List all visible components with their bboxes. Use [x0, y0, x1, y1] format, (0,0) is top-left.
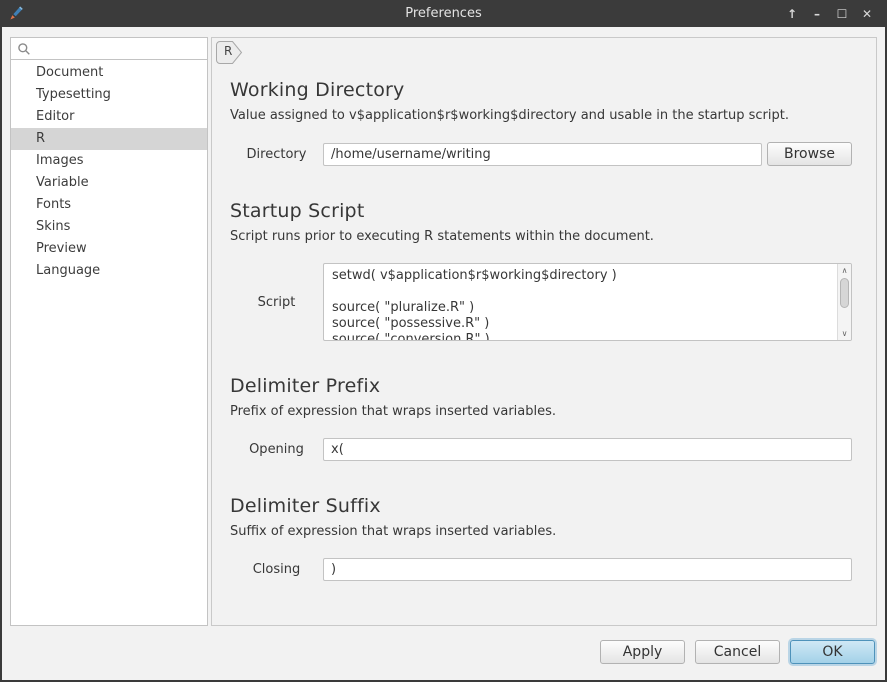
sidebar-item-document[interactable]: Document	[11, 62, 207, 84]
scrollbar-thumb[interactable]	[840, 278, 849, 308]
sidebar-item-fonts[interactable]: Fonts	[11, 194, 207, 216]
section-title-working-directory: Working Directory	[230, 79, 852, 101]
ok-button[interactable]: OK	[790, 640, 875, 664]
cancel-button[interactable]: Cancel	[695, 640, 780, 664]
directory-label: Directory	[230, 147, 323, 162]
titlebar[interactable]: Preferences ↑ – ☐ ✕	[0, 0, 887, 27]
opening-input[interactable]	[323, 438, 852, 461]
sidebar-item-images[interactable]: Images	[11, 150, 207, 172]
section-title-startup-script: Startup Script	[230, 200, 852, 222]
sidebar: Document Typesetting Editor R Images Var…	[10, 37, 208, 626]
browse-button[interactable]: Browse	[767, 142, 852, 166]
section-title-delimiter-prefix: Delimiter Prefix	[230, 375, 852, 397]
sidebar-item-typesetting[interactable]: Typesetting	[11, 84, 207, 106]
section-desc-startup-script: Script runs prior to executing R stateme…	[230, 229, 852, 244]
scroll-up-icon[interactable]: ∧	[838, 264, 851, 277]
tab-r-label: R	[224, 44, 232, 58]
section-desc-delimiter-suffix: Suffix of expression that wraps inserted…	[230, 524, 852, 539]
script-scrollbar[interactable]: ∧ ∨	[837, 264, 851, 340]
search-box[interactable]	[11, 38, 207, 60]
script-editor: setwd( v$application$r$working$directory…	[323, 263, 852, 341]
settings-nav: Document Typesetting Editor R Images Var…	[11, 60, 207, 282]
dialog-footer: Apply Cancel OK	[2, 626, 885, 678]
apply-button[interactable]: Apply	[600, 640, 685, 664]
tab-r[interactable]: R	[216, 41, 243, 64]
section-title-delimiter-suffix: Delimiter Suffix	[230, 495, 852, 517]
window-controls: ↑ – ☐ ✕	[784, 6, 887, 22]
opening-label: Opening	[230, 442, 323, 457]
script-textarea[interactable]: setwd( v$application$r$working$directory…	[324, 264, 837, 340]
opening-row: Opening	[230, 438, 852, 461]
shade-icon[interactable]: ↑	[784, 6, 800, 22]
sidebar-item-preview[interactable]: Preview	[11, 238, 207, 260]
scroll-down-icon[interactable]: ∨	[838, 327, 851, 340]
directory-row: Directory Browse	[230, 142, 852, 166]
close-icon[interactable]: ✕	[859, 6, 875, 22]
sidebar-item-editor[interactable]: Editor	[11, 106, 207, 128]
directory-input[interactable]	[323, 143, 762, 166]
closing-row: Closing	[230, 558, 852, 581]
maximize-icon[interactable]: ☐	[834, 6, 850, 22]
settings-panel-r: R Working Directory Value assigned to v$…	[211, 37, 877, 626]
closing-input[interactable]	[323, 558, 852, 581]
search-input[interactable]	[31, 41, 201, 56]
section-desc-delimiter-prefix: Prefix of expression that wraps inserted…	[230, 404, 852, 419]
app-pen-icon	[7, 5, 24, 22]
sidebar-item-r[interactable]: R	[11, 128, 207, 150]
window-title: Preferences	[0, 6, 887, 21]
script-row: Script setwd( v$application$r$working$di…	[230, 263, 852, 341]
minimize-icon[interactable]: –	[809, 6, 825, 22]
closing-label: Closing	[230, 562, 323, 577]
sidebar-item-variable[interactable]: Variable	[11, 172, 207, 194]
sidebar-item-language[interactable]: Language	[11, 260, 207, 282]
script-label: Script	[230, 295, 323, 310]
section-desc-working-directory: Value assigned to v$application$r$workin…	[230, 108, 852, 123]
preferences-window: Preferences ↑ – ☐ ✕ Document Typesetting…	[0, 0, 887, 682]
sidebar-item-skins[interactable]: Skins	[11, 216, 207, 238]
search-icon	[17, 42, 31, 56]
